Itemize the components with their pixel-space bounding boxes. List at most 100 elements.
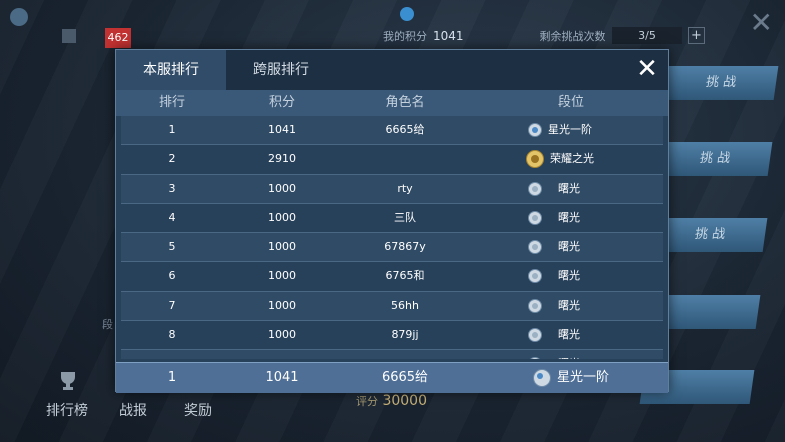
row-rank: 4 <box>168 210 176 224</box>
dawn-tier-icon <box>528 298 542 313</box>
column-score: 积分 <box>268 95 295 110</box>
row-name: 三队 <box>394 210 416 224</box>
info-dot-icon <box>400 7 414 21</box>
level-badge: 462 <box>105 28 131 48</box>
row-score: 1000 <box>268 240 296 254</box>
table-row[interactable]: 4 1000 三队 曙光 <box>121 204 663 234</box>
row-rank: 3 <box>168 181 176 195</box>
row-tier: 曙光 <box>516 321 626 349</box>
row-tier: 曙光 <box>516 292 626 320</box>
dawn-tier-icon <box>528 357 542 359</box>
row-tier: 星光一阶 <box>516 116 626 144</box>
ranking-dialog: 本服排行 跨服排行 ✕ 排行 积分 角色名 段位 1 1041 6665给 星光… <box>115 49 669 393</box>
row-tier: 曙光 <box>516 350 626 359</box>
row-tier-label: 星光一阶 <box>548 123 592 136</box>
row-tier: 荣耀之光 <box>516 145 626 173</box>
row-score: 2910 <box>268 152 296 166</box>
row-score: 1000 <box>268 298 296 312</box>
row-name: 879jj <box>391 328 419 342</box>
row-score: 1041 <box>268 123 296 136</box>
score-display: 评分 30000 <box>356 393 427 409</box>
my-score: 1041 <box>265 370 299 385</box>
row-rank: 1 <box>168 123 176 136</box>
row-name: 6765和 <box>385 269 425 283</box>
nav-leaderboard[interactable]: 排行榜 <box>46 400 88 420</box>
segment-label: 段 <box>102 318 113 331</box>
row-tier-label: 荣耀之光 <box>550 152 594 166</box>
my-rank: 1 <box>167 370 177 385</box>
challenge-button-2[interactable]: 挑 战 <box>657 142 773 176</box>
dawn-tier-icon <box>528 240 542 255</box>
my-points-value: 1041 <box>433 29 464 43</box>
row-score: 1000 <box>268 181 296 195</box>
my-points-label: 我的积分 <box>383 30 427 43</box>
star-tier-icon <box>533 369 551 387</box>
row-tier-label: 曙光 <box>558 269 580 283</box>
row-rank: 5 <box>168 240 176 254</box>
dawn-tier-icon <box>528 269 542 284</box>
my-points: 我的积分 1041 剩余挑战次数 <box>383 28 606 44</box>
row-tier-label: 曙光 <box>558 240 580 254</box>
row-tier-label: 曙光 <box>558 210 580 224</box>
column-name: 角色名 <box>385 95 425 110</box>
table-header: 排行 积分 角色名 段位 <box>116 90 668 116</box>
row-tier: 曙光 <box>516 175 626 203</box>
close-button[interactable]: ✕ <box>634 56 660 82</box>
table-row[interactable]: 5 1000 67867y 曙光 <box>121 233 663 263</box>
nav-rewards[interactable]: 奖励 <box>184 400 212 420</box>
row-score: 1000 <box>268 328 296 342</box>
ranking-list[interactable]: 1 1041 6665给 星光一阶 2 2910 荣耀之光 3 1000 rty… <box>121 116 663 359</box>
row-rank: 8 <box>168 328 176 342</box>
row-score: 1000 <box>268 210 296 224</box>
dawn-tier-icon <box>528 210 542 225</box>
row-rank: 6 <box>168 269 176 283</box>
tab-local-ranking[interactable]: 本服排行 <box>116 50 226 90</box>
remaining-count: 3/5 <box>612 27 682 44</box>
add-attempts-button[interactable]: + <box>688 27 705 44</box>
table-row[interactable]: 8 1000 879jj 曙光 <box>121 321 663 351</box>
row-score: 1000 <box>236 350 328 359</box>
score-label: 评分 <box>356 395 378 408</box>
score-value: 30000 <box>382 393 427 409</box>
square-icon <box>62 29 76 43</box>
row-name: 6665给 <box>385 123 425 136</box>
row-tier: 曙光 <box>516 204 626 232</box>
challenge-button-1[interactable]: 挑 战 <box>663 66 779 100</box>
row-name: y54ut <box>359 350 451 359</box>
table-row[interactable]: 3 1000 rty 曙光 <box>121 174 663 204</box>
row-score: 1000 <box>268 269 296 283</box>
nav-battle-report[interactable]: 战报 <box>119 400 147 420</box>
tab-bar: 本服排行 跨服排行 ✕ <box>116 50 668 90</box>
remaining-label: 剩余挑战次数 <box>539 30 606 43</box>
trophy-icon <box>61 372 75 390</box>
table-row[interactable]: 7 1000 56hh 曙光 <box>121 291 663 322</box>
row-tier: 曙光 <box>516 233 626 261</box>
row-tier-label: 曙光 <box>558 350 580 359</box>
star-tier-icon <box>528 123 542 137</box>
table-row[interactable]: 6 1000 6765和 曙光 <box>121 262 663 292</box>
challenge-button-3[interactable]: 挑 战 <box>652 218 768 252</box>
row-tier-label: 曙光 <box>558 328 580 342</box>
row-name: 56hh <box>391 298 419 312</box>
row-tier-label: 曙光 <box>558 298 580 312</box>
table-row[interactable]: 2 2910 荣耀之光 <box>121 145 663 175</box>
my-rank-row: 1 1041 6665给 星光一阶 <box>116 362 668 393</box>
row-rank: 2 <box>168 152 176 166</box>
glory-tier-icon <box>526 150 544 169</box>
row-rank: 7 <box>168 298 176 312</box>
column-rank: 排行 <box>158 95 185 110</box>
column-tier: 段位 <box>557 95 584 110</box>
close-icon[interactable]: ✕ <box>750 6 773 39</box>
row-tier-label: 曙光 <box>558 181 580 195</box>
row-rank: 9 <box>126 350 218 359</box>
help-icon[interactable] <box>10 8 28 26</box>
my-name: 6665给 <box>381 370 429 385</box>
my-tier: 星光一阶 <box>521 363 631 393</box>
my-tier-label: 星光一阶 <box>557 370 610 385</box>
dawn-tier-icon <box>528 181 542 196</box>
tab-cross-server-ranking[interactable]: 跨服排行 <box>226 50 336 90</box>
row-name: 67867y <box>384 240 426 254</box>
table-row[interactable]: 1 1041 6665给 星光一阶 <box>121 116 663 146</box>
table-row[interactable]: 9 1000 y54ut 曙光 <box>121 350 663 359</box>
dawn-tier-icon <box>528 328 542 343</box>
